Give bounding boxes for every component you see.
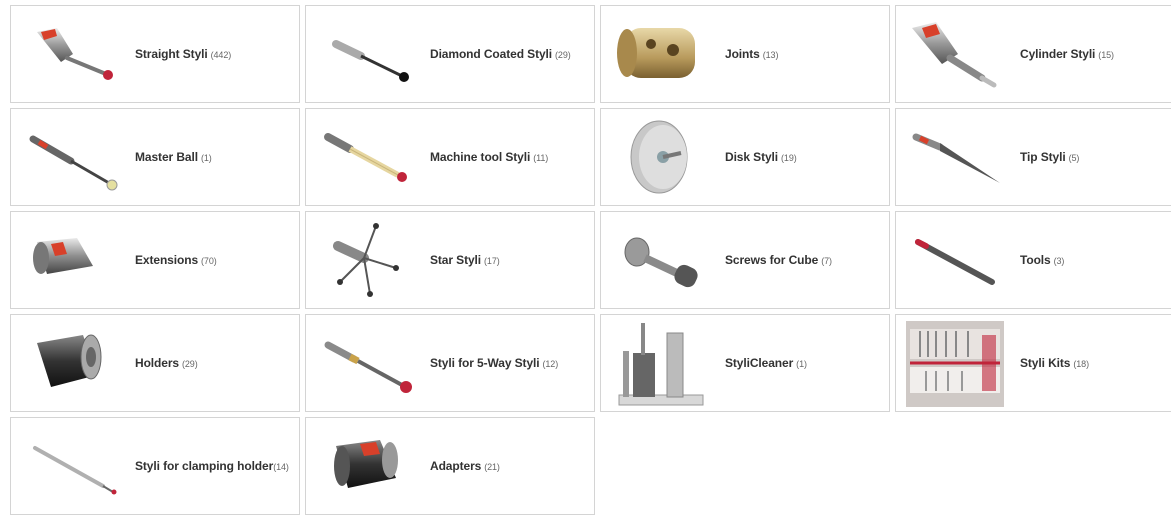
disk-stylus-icon [601, 109, 711, 205]
category-tile-star-styli[interactable]: Star Styli (17) [305, 211, 595, 309]
category-label: Diamond Coated Styli (29) [430, 47, 571, 61]
category-grid: Straight Styli (442) Diamond Coated Styli… [10, 5, 1171, 515]
joint-icon [601, 6, 711, 102]
category-label: Styli for clamping holder(14) [135, 459, 289, 473]
screw-icon [601, 212, 711, 308]
category-tile-joints[interactable]: Joints (13) [600, 5, 890, 103]
styli-cleaner-icon [601, 315, 711, 411]
category-count: (18) [1073, 359, 1089, 369]
category-tile-tip-styli[interactable]: Tip Styli (5) [895, 108, 1171, 206]
category-count: (14) [273, 462, 289, 472]
category-tile-machine-tool-styli[interactable]: Machine tool Styli (11) [305, 108, 595, 206]
category-tile-styli-for-5-way-styli[interactable]: Styli for 5-Way Styli (12) [305, 314, 595, 412]
category-count: (1) [200, 153, 212, 163]
clamping-holder-stylus-icon [11, 418, 121, 514]
category-tile-disk-styli[interactable]: Disk Styli (19) [600, 108, 890, 206]
category-label: Disk Styli (19) [725, 150, 797, 164]
category-count: (3) [1053, 256, 1065, 266]
category-count: (1) [796, 359, 807, 369]
category-label: StyliCleaner (1) [725, 356, 807, 370]
category-tile-adapters[interactable]: Adapters (21) [305, 417, 595, 515]
category-label: Tip Styli (5) [1020, 150, 1080, 164]
category-tile-diamond-coated-styli[interactable]: Diamond Coated Styli (29) [305, 5, 595, 103]
category-tile-straight-styli[interactable]: Straight Styli (442) [10, 5, 300, 103]
category-tile-styli-for-clamping-holder[interactable]: Styli for clamping holder(14) [10, 417, 300, 515]
category-count: (29) [555, 50, 571, 60]
category-label: Adapters (21) [430, 459, 500, 473]
category-label: Tools (3) [1020, 253, 1065, 267]
adapter-icon [306, 418, 416, 514]
category-count: (17) [484, 256, 500, 266]
category-tile-tools[interactable]: Tools (3) [895, 211, 1171, 309]
category-label: Straight Styli (442) [135, 47, 232, 61]
category-count: (5) [1068, 153, 1080, 163]
category-tile-stylicleaner[interactable]: StyliCleaner (1) [600, 314, 890, 412]
category-tile-cylinder-styli[interactable]: Cylinder Styli (15) [895, 5, 1171, 103]
category-label: Holders (29) [135, 356, 198, 370]
category-label: Master Ball (1) [135, 150, 212, 164]
category-count: (15) [1098, 50, 1114, 60]
category-count: (12) [542, 359, 559, 369]
category-label: Styli Kits (18) [1020, 356, 1089, 370]
category-label: Extensions (70) [135, 253, 217, 267]
category-count: (11) [533, 153, 549, 163]
five-way-stylus-icon [306, 315, 416, 411]
category-label: Star Styli (17) [430, 253, 500, 267]
tip-stylus-icon [896, 109, 1006, 205]
category-tile-styli-kits[interactable]: Styli Kits (18) [895, 314, 1171, 412]
category-label: Styli for 5-Way Styli (12) [430, 356, 559, 370]
category-tile-screws-for-cube[interactable]: Screws for Cube (7) [600, 211, 890, 309]
holder-icon [11, 315, 121, 411]
category-count: (21) [484, 462, 500, 472]
diamond-coated-stylus-icon [306, 6, 416, 102]
category-label: Cylinder Styli (15) [1020, 47, 1114, 61]
category-label: Screws for Cube (7) [725, 253, 832, 267]
master-ball-icon [11, 109, 121, 205]
category-tile-extensions[interactable]: Extensions (70) [10, 211, 300, 309]
category-label: Joints (13) [725, 47, 779, 61]
category-count: (29) [181, 359, 198, 369]
category-count: (13) [762, 50, 779, 60]
category-label: Machine tool Styli (11) [430, 150, 549, 164]
category-count: (19) [781, 153, 797, 163]
category-tile-master-ball[interactable]: Master Ball (1) [10, 108, 300, 206]
cylinder-stylus-icon [896, 6, 1006, 102]
category-count: (70) [201, 256, 217, 266]
category-tile-holders[interactable]: Holders (29) [10, 314, 300, 412]
category-count: (442) [210, 50, 232, 60]
straight-stylus-icon [11, 6, 121, 102]
tool-icon [896, 212, 1006, 308]
styli-kit-icon [896, 315, 1006, 411]
category-count: (7) [821, 256, 832, 266]
machine-tool-stylus-icon [306, 109, 416, 205]
extension-icon [11, 212, 121, 308]
star-stylus-icon [306, 212, 416, 308]
